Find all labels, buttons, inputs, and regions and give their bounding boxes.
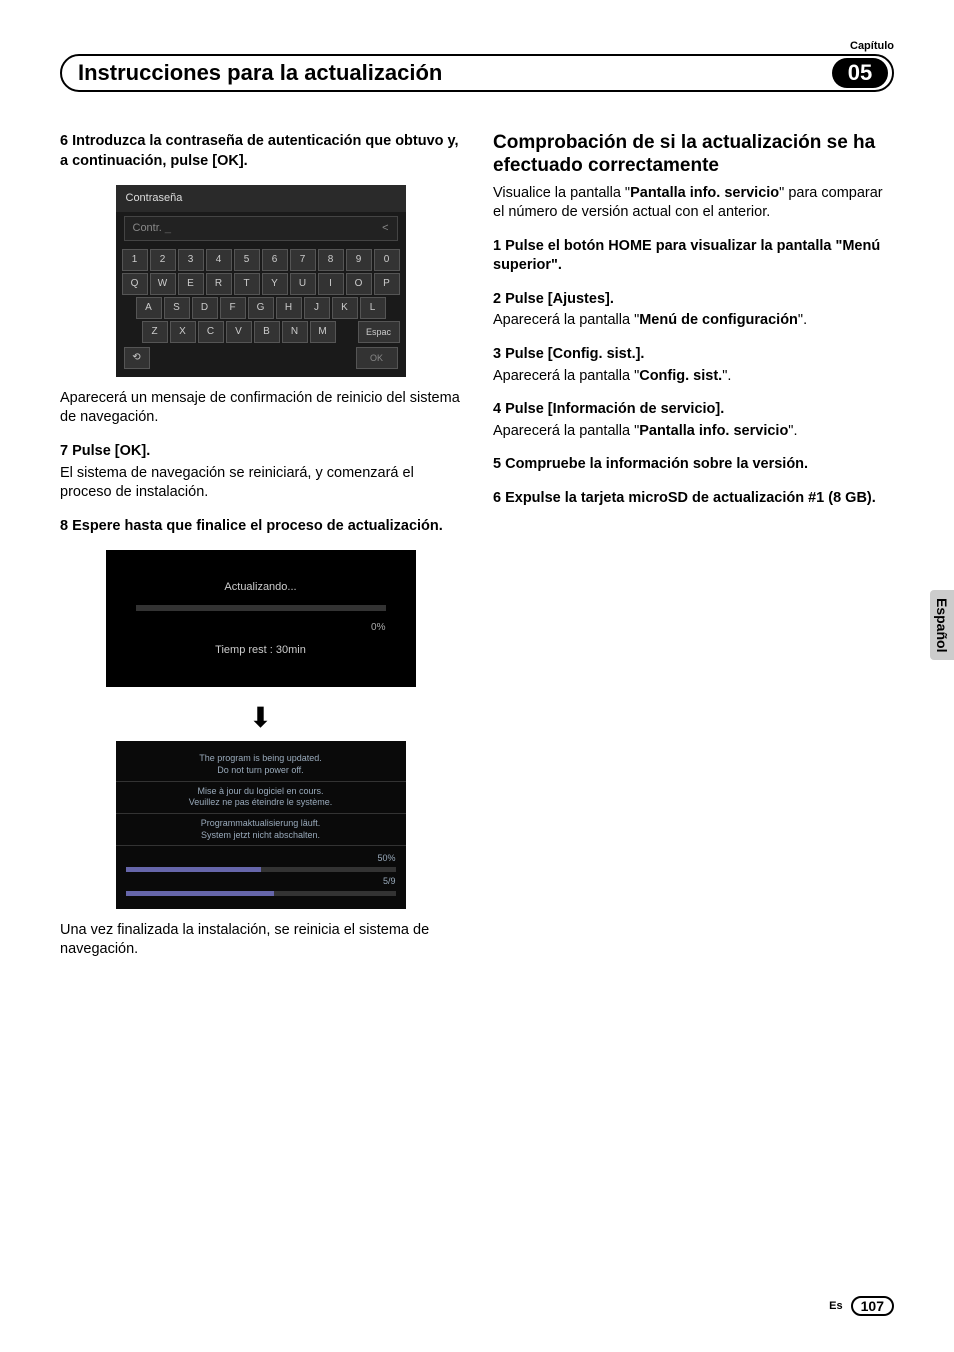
key-h: H	[276, 297, 302, 319]
arrow-down-icon: ⬇	[60, 699, 461, 737]
chapter-label: Capítulo	[60, 40, 894, 52]
key-o: O	[346, 273, 372, 295]
key-l: L	[360, 297, 386, 319]
key-7: 7	[290, 249, 316, 271]
step-7: 7 Pulse [OK].	[60, 442, 461, 462]
key-q: Q	[122, 273, 148, 295]
key-y: Y	[262, 273, 288, 295]
r-step-3-text: Aparecerá la pantalla "Config. sist.".	[493, 367, 894, 387]
key-j: J	[304, 297, 330, 319]
key-space: Espac	[358, 321, 400, 343]
key-r: R	[206, 273, 232, 295]
key-c: C	[198, 321, 224, 343]
section-intro: Visualice la pantalla "Pantalla info. se…	[493, 184, 894, 223]
key-u: U	[290, 273, 316, 295]
step-6: 6 Introduzca la contraseña de autenticac…	[60, 132, 461, 171]
r-step-4-text: Aparecerá la pantalla "Pantalla info. se…	[493, 422, 894, 442]
footer-lang: Es	[829, 1300, 842, 1312]
key-6: 6	[262, 249, 288, 271]
key-z: Z	[142, 321, 168, 343]
footer: Es 107	[829, 1296, 894, 1316]
section-heading: Comprobación de si la actualización se h…	[493, 132, 894, 178]
key-n: N	[282, 321, 308, 343]
key-2: 2	[150, 249, 176, 271]
key-9: 9	[346, 249, 372, 271]
r-step-2-text: Aparecerá la pantalla "Menú de configura…	[493, 311, 894, 331]
key-5: 5	[234, 249, 260, 271]
back-icon: ⟲	[124, 347, 150, 369]
key-d: D	[192, 297, 218, 319]
key-f: F	[220, 297, 246, 319]
step-8: 8 Espere hasta que finalice el proceso d…	[60, 517, 461, 537]
r-step-2: 2 Pulse [Ajustes].	[493, 290, 894, 310]
key-3: 3	[178, 249, 204, 271]
kb-after-text: Aparecerá un mensaje de confirmación de …	[60, 389, 461, 428]
key-p: P	[374, 273, 400, 295]
r-step-1: 1 Pulse el botón HOME para visualizar la…	[493, 237, 894, 276]
key-1: 1	[122, 249, 148, 271]
right-column: Comprobación de si la actualización se h…	[493, 132, 894, 974]
title-bar: Instrucciones para la actualización 05	[60, 54, 894, 92]
chapter-badge: 05	[832, 58, 888, 88]
key-4: 4	[206, 249, 232, 271]
key-ok: OK	[356, 347, 398, 369]
key-8: 8	[318, 249, 344, 271]
key-x: X	[170, 321, 196, 343]
page-number: 107	[851, 1296, 894, 1316]
left-column: 6 Introduzca la contraseña de autenticac…	[60, 132, 461, 974]
key-s: S	[164, 297, 190, 319]
key-k: K	[332, 297, 358, 319]
step-7-text: El sistema de navegación se reiniciará, …	[60, 464, 461, 503]
r-step-6: 6 Expulse la tarjeta microSD de actualiz…	[493, 489, 894, 509]
keyboard-screenshot: Contraseña Contr. _ < 1234567890 QWERTYU…	[116, 185, 406, 377]
multilang-screenshot: The program is being updated.Do not turn…	[116, 741, 406, 908]
r-step-5: 5 Compruebe la información sobre la vers…	[493, 455, 894, 475]
key-v: V	[226, 321, 252, 343]
key-w: W	[150, 273, 176, 295]
key-0: 0	[374, 249, 400, 271]
key-g: G	[248, 297, 274, 319]
after-install-text: Una vez finalizada la instalación, se re…	[60, 921, 461, 960]
page-title: Instrucciones para la actualización	[78, 60, 442, 86]
updating-screenshot: Actualizando... 0% Tiemp rest : 30min	[106, 550, 416, 687]
key-a: A	[136, 297, 162, 319]
r-step-4: 4 Pulse [Información de servicio].	[493, 400, 894, 420]
kb-title: Contraseña	[116, 185, 406, 212]
backspace-icon: <	[382, 221, 388, 236]
key-m: M	[310, 321, 336, 343]
language-tab: Español	[930, 590, 954, 660]
key-t: T	[234, 273, 260, 295]
kb-input: Contr. _ <	[124, 216, 398, 241]
key-i: I	[318, 273, 344, 295]
r-step-3: 3 Pulse [Config. sist.].	[493, 345, 894, 365]
key-b: B	[254, 321, 280, 343]
key-e: E	[178, 273, 204, 295]
